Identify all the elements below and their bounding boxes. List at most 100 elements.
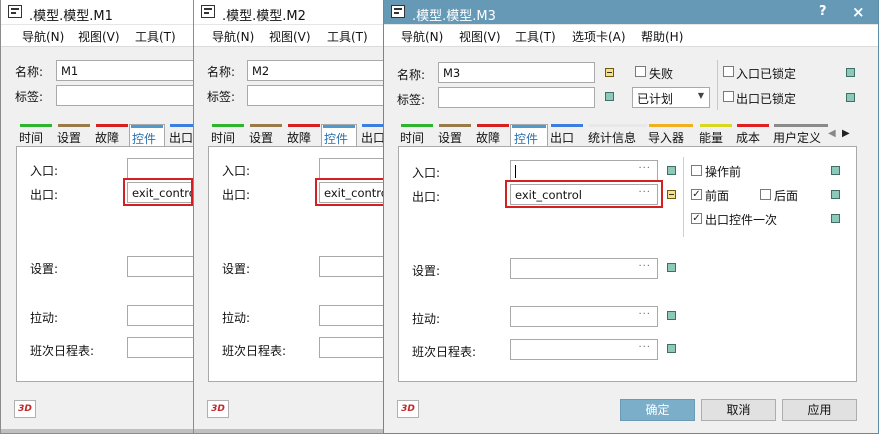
pull-input[interactable] xyxy=(127,305,193,326)
tab-cost[interactable]: 成本 xyxy=(736,124,770,146)
exit-control-once-checkbox[interactable]: ✓ xyxy=(691,213,702,224)
inherit-icon[interactable] xyxy=(831,190,840,199)
tab-failure[interactable]: 故障 xyxy=(287,124,321,146)
tab-controls[interactable]: 控件 xyxy=(510,124,548,146)
menu-navigate[interactable]: 导航(N) xyxy=(22,28,64,45)
back-checkbox[interactable] xyxy=(760,189,771,200)
name-input[interactable]: M2 xyxy=(247,60,384,81)
menu-view[interactable]: 视图(V) xyxy=(78,28,120,45)
entry-input[interactable] xyxy=(319,158,384,179)
before-action-checkbox[interactable] xyxy=(691,165,702,176)
entry-input[interactable] xyxy=(127,158,193,179)
inherit-icon[interactable] xyxy=(831,166,840,175)
entry-label: 入口: xyxy=(30,164,59,178)
entry-input[interactable]: ··· xyxy=(510,160,658,181)
window-m2[interactable]: .模型.模型.M2 导航(N) 视图(V) 工具(T) 名称: M2 标签: 时… xyxy=(193,0,385,434)
inherit-icon[interactable] xyxy=(667,344,676,353)
text-cursor xyxy=(515,165,516,178)
tab-time[interactable]: 时间 xyxy=(19,124,53,146)
3d-icon[interactable]: 3D xyxy=(397,400,419,418)
exit-label: 出口: xyxy=(30,188,59,202)
tab-importer[interactable]: 导入器 xyxy=(648,124,694,146)
tag-label: 标签: xyxy=(207,90,236,104)
inherit-icon[interactable] xyxy=(846,68,855,77)
status-select[interactable]: 已计划 ▼ xyxy=(632,87,710,108)
shift-calendar-label: 班次日程表: xyxy=(222,344,287,358)
3d-icon[interactable]: 3D xyxy=(14,400,36,418)
pull-input[interactable] xyxy=(319,305,384,326)
menu-tabs[interactable]: 选项卡(A) xyxy=(572,28,626,45)
tab-exit[interactable]: 出口 xyxy=(169,124,193,146)
setup-input[interactable] xyxy=(127,256,193,277)
tab-controls[interactable]: 控件 xyxy=(129,124,165,146)
inherit-icon[interactable] xyxy=(667,190,676,199)
help-button[interactable]: ? xyxy=(819,4,827,19)
inherit-icon[interactable] xyxy=(667,166,676,175)
inherit-icon[interactable] xyxy=(831,214,840,223)
tag-input[interactable] xyxy=(56,85,193,106)
apply-button[interactable]: 应用 xyxy=(782,399,857,421)
pull-label: 拉动: xyxy=(412,312,441,326)
menu-view[interactable]: 视图(V) xyxy=(459,28,501,45)
cancel-button[interactable]: 取消 xyxy=(701,399,776,421)
tab-energy[interactable]: 能量 xyxy=(699,124,733,146)
inherit-icon[interactable] xyxy=(667,263,676,272)
menu-navigate[interactable]: 导航(N) xyxy=(401,28,443,45)
name-input[interactable]: M3 xyxy=(438,62,595,83)
name-input[interactable]: M1 xyxy=(56,60,193,81)
tab-failure[interactable]: 故障 xyxy=(95,124,129,146)
controls-panel: 入口: 出口: exit_control 设置: 拉动: 班次日程表: xyxy=(208,146,384,382)
tab-time[interactable]: 时间 xyxy=(211,124,245,146)
tab-settings[interactable]: 设置 xyxy=(438,124,472,146)
controls-panel: 入口: ··· 出口: exit_control ··· 操作前 ✓ 前面 后面 … xyxy=(398,146,857,382)
front-checkbox[interactable]: ✓ xyxy=(691,189,702,200)
tab-exit[interactable]: 出口 xyxy=(361,124,384,146)
menu-tools[interactable]: 工具(T) xyxy=(515,28,556,45)
title-bar[interactable]: .模型.模型.M3 ? × xyxy=(384,0,878,25)
tab-statistics[interactable]: 统计信息 xyxy=(588,124,648,146)
window-title: .模型.模型.M2 xyxy=(222,9,306,24)
title-bar[interactable]: .模型.模型.M1 xyxy=(1,0,193,25)
pull-input[interactable]: ··· xyxy=(510,306,658,327)
tab-scroll-right-icon[interactable]: ▶ xyxy=(842,128,850,139)
tag-input[interactable] xyxy=(438,87,595,108)
tab-scroll-left-icon[interactable]: ◀ xyxy=(828,128,836,139)
name-label: 名称: xyxy=(397,68,426,82)
close-button[interactable]: × xyxy=(852,3,865,21)
menu-navigate[interactable]: 导航(N) xyxy=(212,28,254,45)
tab-controls[interactable]: 控件 xyxy=(321,124,357,146)
menu-bar: 导航(N) 视图(V) 工具(T) xyxy=(194,25,384,47)
menu-view[interactable]: 视图(V) xyxy=(269,28,311,45)
inherit-icon[interactable] xyxy=(605,68,614,77)
menu-help[interactable]: 帮助(H) xyxy=(641,28,683,45)
front-label: 前面 xyxy=(705,189,730,203)
3d-icon[interactable]: 3D xyxy=(207,400,229,418)
shift-calendar-input[interactable] xyxy=(319,337,384,358)
ok-button[interactable]: 确定 xyxy=(620,399,695,421)
title-bar[interactable]: .模型.模型.M2 xyxy=(194,0,384,25)
setup-input[interactable] xyxy=(319,256,384,277)
entry-locked-checkbox[interactable] xyxy=(723,66,734,77)
inherit-icon[interactable] xyxy=(667,311,676,320)
failed-checkbox[interactable] xyxy=(635,66,646,77)
menu-tools[interactable]: 工具(T) xyxy=(327,28,368,45)
tag-input[interactable] xyxy=(247,85,384,106)
tab-settings[interactable]: 设置 xyxy=(249,124,283,146)
shift-calendar-input[interactable]: ··· xyxy=(510,339,658,360)
setup-input[interactable]: ··· xyxy=(510,258,658,279)
shift-calendar-input[interactable] xyxy=(127,337,193,358)
menu-tools[interactable]: 工具(T) xyxy=(135,28,176,45)
shift-calendar-label: 班次日程表: xyxy=(30,344,95,358)
inherit-icon[interactable] xyxy=(846,93,855,102)
menu-bar: 导航(N) 视图(V) 工具(T) xyxy=(1,25,193,47)
tab-exit[interactable]: 出口 xyxy=(550,124,584,146)
tab-user-defined[interactable]: 用户定义 xyxy=(773,124,829,146)
exit-locked-label: 出口已锁定 xyxy=(736,92,797,106)
tab-failure[interactable]: 故障 xyxy=(476,124,510,146)
tab-time[interactable]: 时间 xyxy=(400,124,434,146)
window-m1[interactable]: .模型.模型.M1 导航(N) 视图(V) 工具(T) 名称: M1 标签: 时… xyxy=(0,0,194,434)
inherit-icon[interactable] xyxy=(605,92,614,101)
exit-locked-checkbox[interactable] xyxy=(723,91,734,102)
tab-settings[interactable]: 设置 xyxy=(57,124,91,146)
window-m3[interactable]: .模型.模型.M3 ? × 导航(N) 视图(V) 工具(T) 选项卡(A) 帮… xyxy=(383,0,879,434)
